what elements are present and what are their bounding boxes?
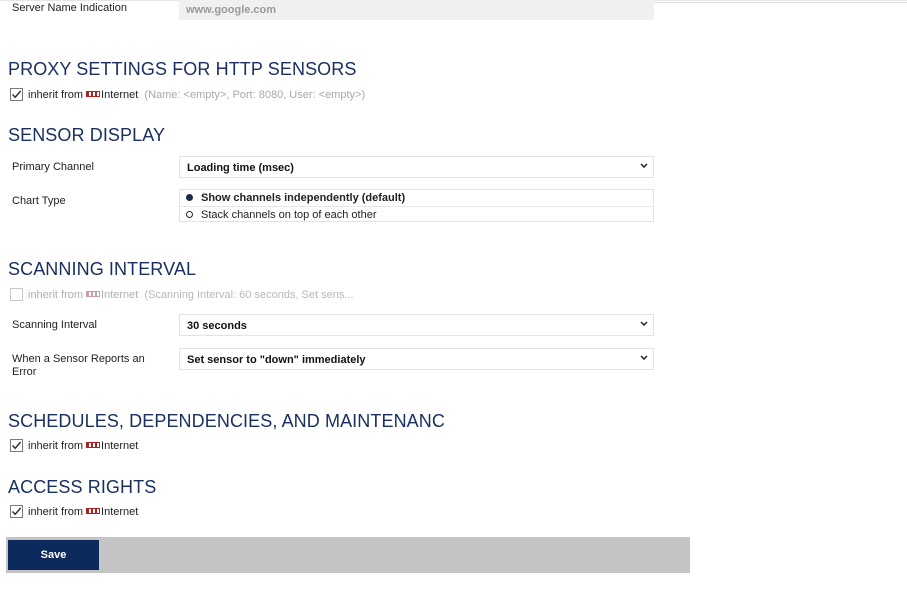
chart-type-radio-group: Show channels independently (default) St… [179, 189, 654, 222]
primary-channel-value: Loading time (msec) [187, 162, 294, 174]
chevron-down-icon [640, 163, 648, 169]
access-inherit-row: inherit from Internet [28, 506, 138, 519]
inherit-label: inherit from [28, 440, 84, 452]
device-icon [86, 291, 101, 298]
chart-type-label: Chart Type [12, 195, 66, 207]
device-icon [86, 442, 101, 449]
scanning-inherit-checkbox[interactable] [10, 288, 23, 301]
access-inherit-checkbox[interactable] [10, 505, 23, 518]
sni-label: Server Name Indication [12, 2, 127, 14]
device-name: Internet [101, 506, 139, 518]
chart-type-option-independent[interactable]: Show channels independently (default) [180, 190, 653, 206]
error-behavior-value: Set sensor to "down" immediately [187, 354, 366, 366]
radio-selected-icon [186, 194, 193, 201]
inherit-label: inherit from [28, 89, 84, 101]
chevron-down-icon [640, 321, 648, 327]
error-behavior-select[interactable]: Set sensor to "down" immediately [179, 348, 654, 370]
checkmark-icon [11, 441, 22, 450]
chevron-down-icon [640, 355, 648, 361]
access-rights-title: ACCESS RIGHTS [8, 477, 157, 497]
device-name: Internet [101, 89, 139, 101]
proxy-inherit-details: (Name: <empty>, Port: 8080, User: <empty… [144, 89, 366, 101]
sensor-display-title: SENSOR DISPLAY [8, 125, 166, 145]
sni-field: www.google.com [179, 0, 654, 20]
schedules-title: SCHEDULES, DEPENDENCIES, AND MAINTENANC [8, 411, 445, 431]
chart-type-option-label: Stack channels on top of each other [201, 209, 377, 221]
proxy-inherit-row: inherit from Internet (Name: <empty>, Por… [28, 89, 365, 102]
schedules-inherit-row: inherit from Internet [28, 440, 138, 453]
schedules-inherit-checkbox[interactable] [10, 439, 23, 452]
checkmark-icon [11, 507, 22, 516]
primary-channel-select[interactable]: Loading time (msec) [179, 156, 654, 178]
scanning-interval-title: SCANNING INTERVAL [8, 259, 197, 279]
checkmark-icon [11, 90, 22, 99]
save-bar [6, 537, 690, 573]
divider [654, 2, 907, 3]
device-icon [86, 508, 101, 515]
inherit-label: inherit from [28, 506, 84, 518]
scanning-inherit-row: inherit from Internet (Scanning Interval:… [28, 289, 354, 302]
inherit-label: inherit from [28, 289, 84, 301]
save-button[interactable]: Save [8, 540, 99, 570]
scanning-interval-value: 30 seconds [187, 320, 247, 332]
scanning-inherit-details: (Scanning Interval: 60 seconds, Set sens… [144, 289, 354, 301]
chart-type-option-stacked[interactable]: Stack channels on top of each other [180, 206, 653, 223]
proxy-section-title: PROXY SETTINGS FOR HTTP SENSORS [8, 59, 357, 79]
error-behavior-label: When a Sensor Reports an Error [12, 353, 145, 378]
device-icon [86, 91, 101, 98]
radio-unselected-icon [186, 211, 193, 218]
scanning-interval-label: Scanning Interval [12, 319, 97, 331]
proxy-inherit-checkbox[interactable] [10, 88, 23, 101]
primary-channel-label: Primary Channel [12, 161, 94, 173]
scanning-interval-select[interactable]: 30 seconds [179, 314, 654, 336]
device-name: Internet [101, 289, 139, 301]
device-name: Internet [101, 440, 139, 452]
chart-type-option-label: Show channels independently (default) [201, 192, 406, 204]
